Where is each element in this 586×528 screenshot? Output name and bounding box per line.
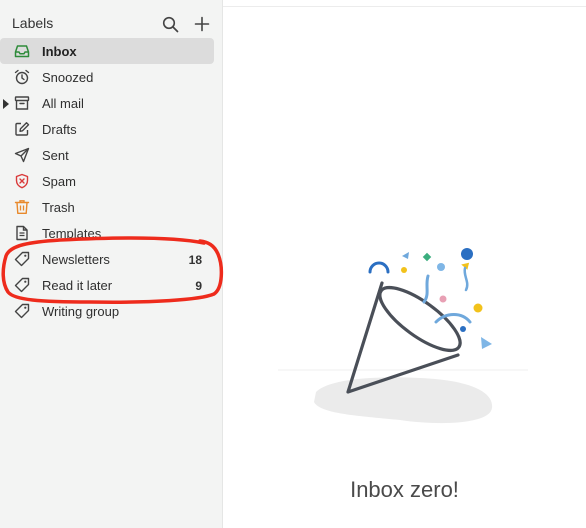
- inbox-icon: [14, 43, 30, 59]
- expand-arrow-icon[interactable]: [3, 99, 9, 109]
- add-label-icon[interactable]: [192, 14, 212, 34]
- sidebar-item-trash[interactable]: Trash: [0, 194, 214, 220]
- sidebar-item-label: Newsletters: [42, 252, 110, 267]
- sidebar-header: Labels: [12, 10, 214, 38]
- search-icon[interactable]: [160, 14, 180, 34]
- sidebar-item-snoozed[interactable]: Snoozed: [0, 64, 214, 90]
- sidebar-item-label: All mail: [42, 96, 84, 111]
- sidebar-item-label: Drafts: [42, 122, 77, 137]
- sidebar-item-label: Writing group: [42, 304, 120, 319]
- sidebar-item-spam[interactable]: Spam: [0, 168, 214, 194]
- trash-can-icon: [14, 199, 30, 215]
- sidebar-item-label: Sent: [42, 148, 69, 163]
- sidebar-item-templates[interactable]: Templates: [0, 220, 214, 246]
- sidebar-item-label: Read it later: [42, 278, 113, 293]
- unread-count: 9: [195, 279, 202, 293]
- spam-shield-icon: [14, 173, 30, 189]
- labels-sidebar: Labels Inbox Snoozed All mail Drafts Sen…: [0, 0, 223, 528]
- template-doc-icon: [14, 225, 30, 241]
- sidebar-item-label: Templates: [42, 226, 102, 241]
- snooze-clock-icon: [14, 69, 30, 85]
- top-divider: [223, 6, 586, 7]
- sidebar-item-drafts[interactable]: Drafts: [0, 116, 214, 142]
- tag-icon: [14, 303, 30, 319]
- sidebar-item-newsletters[interactable]: Newsletters 18: [0, 246, 214, 272]
- sidebar-item-inbox[interactable]: Inbox: [0, 38, 214, 64]
- empty-state-message: Inbox zero!: [350, 477, 459, 502]
- sidebar-item-label: Trash: [42, 200, 75, 215]
- sidebar-title: Labels: [12, 15, 54, 31]
- archive-box-icon: [14, 95, 30, 111]
- label-list: Inbox Snoozed All mail Drafts Sent Spam …: [0, 38, 222, 324]
- sidebar-item-label: Snoozed: [42, 70, 94, 85]
- sidebar-item-all-mail[interactable]: All mail: [0, 90, 214, 116]
- celebration-popper-icon: [278, 248, 528, 424]
- sidebar-item-label: Inbox: [42, 44, 77, 59]
- sidebar-item-read-it-later[interactable]: Read it later 9: [0, 272, 214, 298]
- tag-icon: [14, 251, 30, 267]
- sidebar-item-sent[interactable]: Sent: [0, 142, 214, 168]
- unread-count: 18: [188, 253, 202, 267]
- paper-plane-icon: [14, 147, 30, 163]
- tag-icon: [14, 277, 30, 293]
- sidebar-item-writing-group[interactable]: Writing group: [0, 298, 214, 324]
- draft-edit-icon: [14, 121, 30, 137]
- sidebar-item-label: Spam: [42, 174, 76, 189]
